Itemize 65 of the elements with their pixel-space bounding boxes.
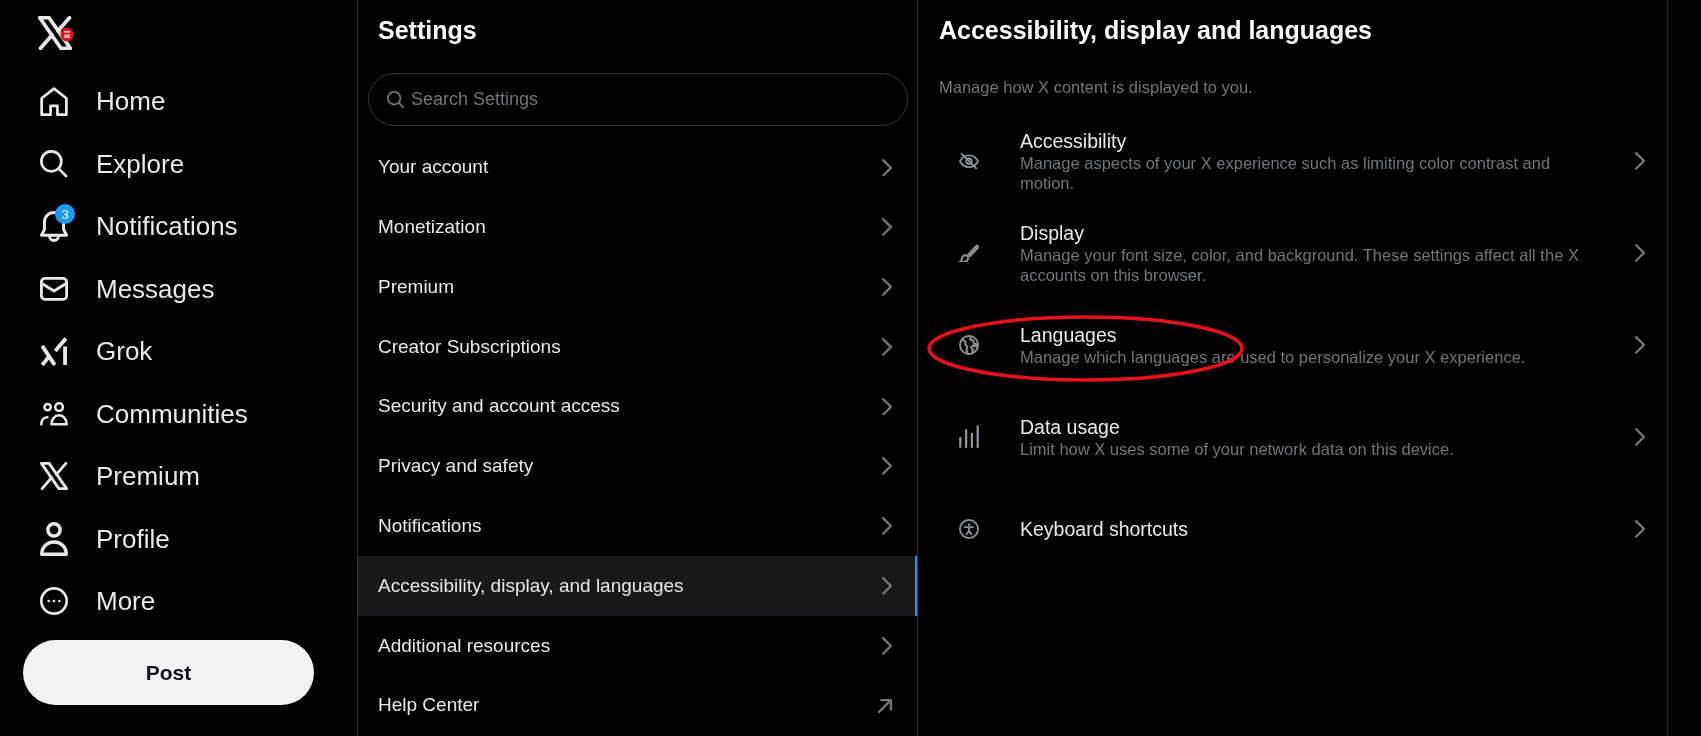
globe-icon — [959, 335, 979, 355]
bell-icon — [40, 210, 68, 242]
person-icon — [40, 521, 68, 556]
chevron-icon — [882, 278, 892, 296]
search-field[interactable]: Search Settings — [368, 73, 908, 126]
brush-icon — [959, 243, 979, 263]
chevron-icon — [882, 457, 892, 476]
option-description: Manage aspects of your X experience such as limiting color contrast and motion. — [1020, 152, 1552, 193]
nav-link[interactable]: 3 Notifications — [28, 200, 262, 253]
nav-link[interactable]: Grok — [28, 325, 177, 378]
chevron-icon — [1635, 152, 1645, 170]
chevron-icon — [1635, 428, 1645, 446]
nav-link[interactable]: Home — [28, 75, 190, 128]
post-button[interactable]: Post — [23, 640, 314, 705]
nav-link[interactable]: Explore — [28, 137, 209, 190]
chevron-icon — [1635, 520, 1645, 538]
page-description: Manage how X content is displayed to you. — [938, 77, 1254, 98]
bar-chart-icon — [959, 425, 979, 449]
chevron-icon — [882, 218, 892, 237]
chevron-icon — [1635, 244, 1645, 262]
cross-logo-icon[interactable] — [38, 16, 72, 50]
settings-menu-item[interactable]: Your account — [358, 137, 917, 198]
settings-title: Settings — [377, 15, 478, 46]
page-title: Accessibility, display and languages — [938, 15, 1374, 46]
chevron-icon — [882, 337, 892, 356]
option-title[interactable]: Data usage — [1020, 415, 1605, 439]
option-title[interactable]: Accessibility — [1020, 129, 1605, 153]
settings-menu-item[interactable]: Notifications — [358, 496, 917, 557]
chevron-icon — [882, 158, 892, 177]
settings-menu-item[interactable]: Monetization — [358, 197, 917, 258]
settings-menu-item[interactable]: Privacy and safety — [358, 436, 917, 497]
more-icon — [40, 587, 68, 616]
settings-menu-item[interactable]: Additional resources — [358, 615, 917, 676]
eye-slash-icon — [959, 152, 979, 170]
nav-link[interactable]: Communities — [28, 387, 272, 440]
settings-menu-item[interactable]: Premium — [358, 257, 917, 317]
envelope-icon — [40, 276, 68, 301]
home-icon — [40, 86, 68, 116]
chevron-icon — [882, 517, 892, 536]
chevron-icon — [882, 636, 892, 655]
slashed-strokes-icon — [40, 336, 68, 366]
cross-logo-icon — [40, 462, 68, 491]
people-icon — [40, 402, 68, 426]
nav-link[interactable]: More — [28, 575, 180, 628]
settings-menu-item[interactable]: Help Center — [358, 675, 917, 736]
accessibility-icon — [959, 519, 979, 539]
chevron-icon — [882, 397, 892, 416]
search-icon — [387, 91, 404, 108]
nav-link[interactable]: Messages — [28, 262, 239, 315]
settings-menu-item[interactable]: Accessibility, display, and languages — [358, 556, 917, 616]
settings-menu-item[interactable]: Security and account access — [358, 376, 917, 437]
option-title[interactable]: Display — [1020, 221, 1605, 245]
chevron-icon — [1635, 336, 1645, 354]
settings-menu-item[interactable]: Creator Subscriptions — [358, 316, 917, 377]
sticker-icon — [60, 27, 74, 42]
notification-count: 3 — [55, 204, 75, 225]
external-arrow-icon — [878, 698, 892, 713]
option-description: Manage your font size, color, and background. These settings affect all the X accounts on this browser. — [1020, 244, 1580, 285]
nav-link[interactable]: Premium — [28, 450, 224, 503]
search-icon — [40, 149, 68, 178]
nav-link[interactable]: Profile — [28, 512, 194, 565]
option-title[interactable]: Languages — [1020, 323, 1605, 347]
option-description: Limit how X uses some of your network data on this device. — [1020, 438, 1455, 459]
option-title[interactable]: Keyboard shortcuts — [1020, 517, 1605, 541]
chevron-icon — [882, 577, 892, 595]
